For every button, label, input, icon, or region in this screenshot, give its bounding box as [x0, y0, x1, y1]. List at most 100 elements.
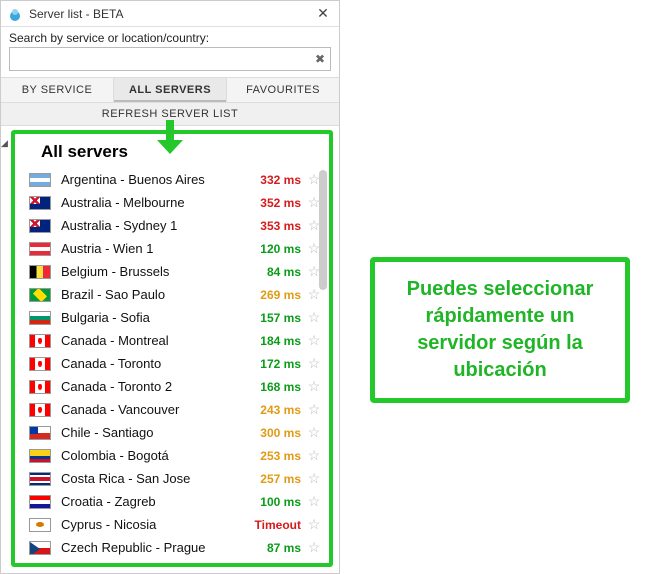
annotation-callout: Puedes seleccionar rápidamente un servid… [370, 257, 630, 403]
server-ping: 168 ms [247, 380, 305, 394]
server-ping: 269 ms [247, 288, 305, 302]
favourite-star-icon[interactable]: ☆ [305, 470, 323, 487]
server-row[interactable]: Canada - Montreal184 ms☆ [19, 329, 325, 352]
server-name: Canada - Toronto 2 [61, 379, 247, 394]
server-ping: 300 ms [247, 426, 305, 440]
refresh-server-list-button[interactable]: REFRESH SERVER LIST [1, 103, 339, 126]
flag-icon [29, 472, 51, 486]
favourite-star-icon[interactable]: ☆ [305, 378, 323, 395]
favourite-star-icon[interactable]: ☆ [305, 332, 323, 349]
server-name: Australia - Melbourne [61, 195, 247, 210]
server-name: Canada - Vancouver [61, 402, 247, 417]
flag-icon [29, 518, 51, 532]
server-ping: 84 ms [247, 265, 305, 279]
search-area: Search by service or location/country: ✖ [1, 27, 339, 77]
server-ping: 100 ms [247, 495, 305, 509]
search-input[interactable] [10, 50, 310, 68]
close-icon[interactable]: ✕ [313, 5, 333, 22]
server-row[interactable]: Colombia - Bogotá253 ms☆ [19, 444, 325, 467]
scrollbar-thumb[interactable] [319, 170, 327, 290]
server-ping: 243 ms [247, 403, 305, 417]
search-label: Search by service or location/country: [9, 31, 331, 45]
server-name: Canada - Toronto [61, 356, 247, 371]
server-row[interactable]: Brazil - Sao Paulo269 ms☆ [19, 283, 325, 306]
server-name: Bulgaria - Sofia [61, 310, 247, 325]
server-name: Brazil - Sao Paulo [61, 287, 247, 302]
flag-icon [29, 357, 51, 371]
server-row[interactable]: Australia - Sydney 1353 ms☆ [19, 214, 325, 237]
server-ping: 184 ms [247, 334, 305, 348]
server-ping: 253 ms [247, 449, 305, 463]
flag-icon [29, 242, 51, 256]
server-name: Belgium - Brussels [61, 264, 247, 279]
server-row[interactable]: Canada - Vancouver243 ms☆ [19, 398, 325, 421]
tab-all-servers[interactable]: ALL SERVERS [114, 78, 227, 102]
section-title: All servers [19, 140, 325, 168]
server-ping: 157 ms [247, 311, 305, 325]
server-ping: 172 ms [247, 357, 305, 371]
highlight-box: All servers Argentina - Buenos Aires332 … [11, 130, 333, 567]
server-row[interactable]: Belgium - Brussels84 ms☆ [19, 260, 325, 283]
server-ping: 332 ms [247, 173, 305, 187]
server-row[interactable]: Bulgaria - Sofia157 ms☆ [19, 306, 325, 329]
favourite-star-icon[interactable]: ☆ [305, 493, 323, 510]
flag-icon [29, 196, 51, 210]
server-row[interactable]: Costa Rica - San Jose257 ms☆ [19, 467, 325, 490]
server-name: Costa Rica - San Jose [61, 471, 247, 486]
server-row[interactable]: Cyprus - NicosiaTimeout☆ [19, 513, 325, 536]
server-row[interactable]: Czech Republic - Prague87 ms☆ [19, 536, 325, 559]
favourite-star-icon[interactable]: ☆ [305, 539, 323, 556]
search-row: ✖ [9, 47, 331, 71]
server-list-window: Server list - BETA ✕ Search by service o… [0, 0, 340, 574]
server-row[interactable]: Australia - Melbourne352 ms☆ [19, 191, 325, 214]
server-name: Cyprus - Nicosia [61, 517, 247, 532]
tab-by-service[interactable]: BY SERVICE [1, 78, 114, 102]
window-title: Server list - BETA [29, 7, 313, 21]
flag-icon [29, 173, 51, 187]
flag-icon [29, 403, 51, 417]
server-list: Argentina - Buenos Aires332 ms☆Australia… [19, 168, 325, 559]
content-area: ◢ All servers Argentina - Buenos Aires33… [1, 126, 339, 573]
flag-icon [29, 288, 51, 302]
titlebar: Server list - BETA ✕ [1, 1, 339, 27]
server-row[interactable]: Croatia - Zagreb100 ms☆ [19, 490, 325, 513]
server-name: Croatia - Zagreb [61, 494, 247, 509]
server-name: Austria - Wien 1 [61, 241, 247, 256]
server-ping: 352 ms [247, 196, 305, 210]
server-ping: 353 ms [247, 219, 305, 233]
favourite-star-icon[interactable]: ☆ [305, 447, 323, 464]
flag-icon [29, 449, 51, 463]
server-name: Chile - Santiago [61, 425, 247, 440]
server-row[interactable]: Canada - Toronto172 ms☆ [19, 352, 325, 375]
server-name: Argentina - Buenos Aires [61, 172, 247, 187]
flag-icon [29, 265, 51, 279]
flag-icon [29, 380, 51, 394]
tab-bar: BY SERVICE ALL SERVERS FAVOURITES [1, 77, 339, 103]
flag-icon [29, 311, 51, 325]
server-name: Czech Republic - Prague [61, 540, 247, 555]
server-row[interactable]: Canada - Toronto 2168 ms☆ [19, 375, 325, 398]
flag-icon [29, 426, 51, 440]
collapse-icon[interactable]: ◢ [1, 138, 8, 149]
server-name: Australia - Sydney 1 [61, 218, 247, 233]
server-name: Canada - Montreal [61, 333, 247, 348]
server-row[interactable]: Argentina - Buenos Aires332 ms☆ [19, 168, 325, 191]
tab-favourites[interactable]: FAVOURITES [227, 78, 339, 102]
favourite-star-icon[interactable]: ☆ [305, 355, 323, 372]
flag-icon [29, 219, 51, 233]
clear-search-icon[interactable]: ✖ [310, 52, 330, 66]
server-row[interactable]: Chile - Santiago300 ms☆ [19, 421, 325, 444]
server-ping: 87 ms [247, 541, 305, 555]
favourite-star-icon[interactable]: ☆ [305, 309, 323, 326]
flag-icon [29, 495, 51, 509]
flag-icon [29, 334, 51, 348]
app-logo-icon [7, 6, 23, 22]
favourite-star-icon[interactable]: ☆ [305, 401, 323, 418]
server-name: Colombia - Bogotá [61, 448, 247, 463]
server-ping: 257 ms [247, 472, 305, 486]
favourite-star-icon[interactable]: ☆ [305, 424, 323, 441]
server-ping: 120 ms [247, 242, 305, 256]
flag-icon [29, 541, 51, 555]
favourite-star-icon[interactable]: ☆ [305, 516, 323, 533]
server-row[interactable]: Austria - Wien 1120 ms☆ [19, 237, 325, 260]
